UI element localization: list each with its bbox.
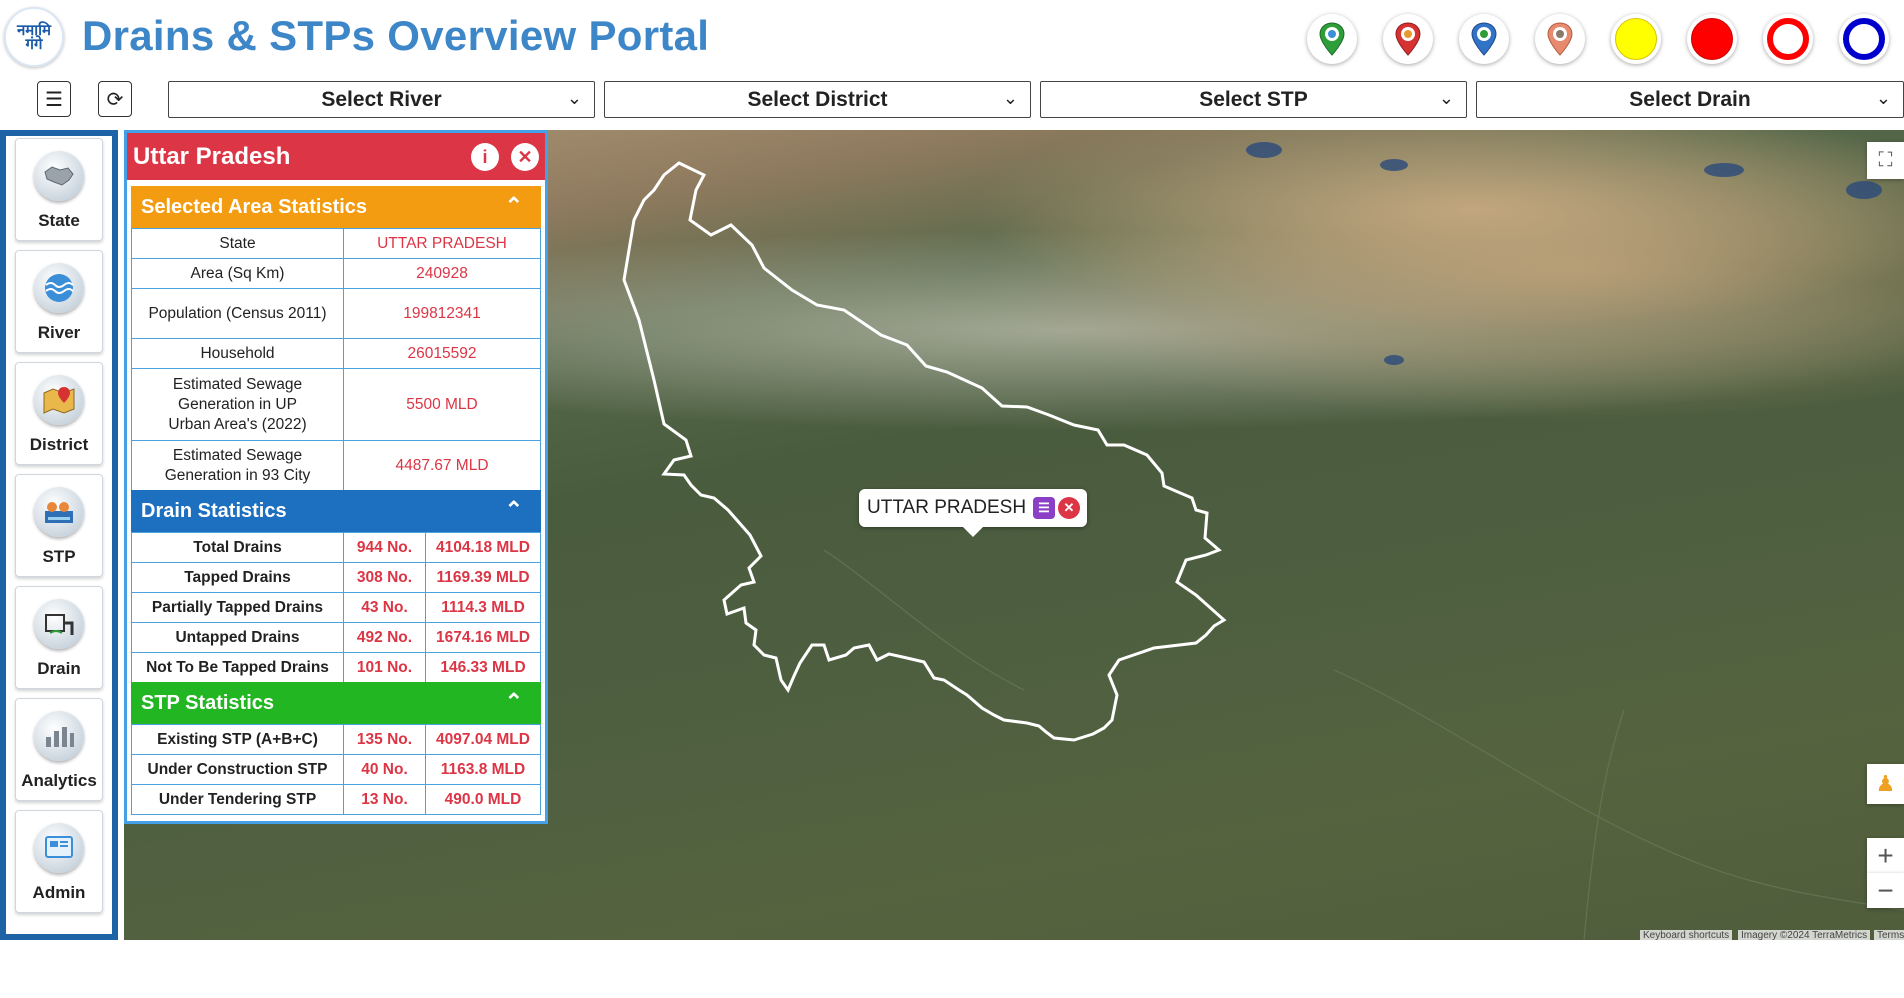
keyboard-shortcuts-link[interactable]: Keyboard shortcuts: [1640, 930, 1733, 942]
namami-gange-logo: नमामि गंगे: [4, 7, 64, 67]
red-ring-icon[interactable]: [1763, 14, 1813, 64]
green-location-pin-icon[interactable]: [1307, 14, 1357, 64]
statistics-panel: Uttar Pradesh i ✕ Selected Area Statisti…: [124, 130, 548, 824]
sidebar-item-stp[interactable]: STP: [15, 474, 103, 577]
panel-header: Uttar Pradesh i ✕: [127, 133, 545, 180]
pegman-icon: ♟: [1875, 771, 1896, 796]
stp-plant-icon: [34, 487, 84, 537]
stp-stats-header[interactable]: STP Statistics ⌃: [131, 682, 541, 724]
state-map-icon: [34, 151, 84, 201]
chevron-down-icon: ⌄: [566, 88, 582, 108]
chevron-down-icon: ⌄: [1875, 88, 1891, 108]
analytics-chart-icon: [34, 711, 84, 761]
table-row: Under Tendering STP 13 No. 490.0 MLD: [131, 784, 541, 815]
table-row: Estimated Sewage Generation in 93 City 44…: [131, 440, 541, 491]
table-row: Household 26015592: [131, 338, 541, 369]
close-panel-icon[interactable]: ✕: [511, 143, 539, 171]
chevron-down-icon: ⌄: [1438, 88, 1454, 108]
stp-stats-table: Existing STP (A+B+C) 135 No. 4097.04 MLD U…: [131, 724, 541, 815]
table-row: Under Construction STP 40 No. 1163.8 MLD: [131, 754, 541, 785]
table-row: Tapped Drains 308 No. 1169.39 MLD: [131, 562, 541, 593]
panel-title: Uttar Pradesh: [133, 143, 291, 170]
refresh-icon: ⟳: [106, 88, 124, 111]
menu-button[interactable]: ☰: [37, 81, 71, 117]
table-row: Untapped Drains 492 No. 1674.16 MLD: [131, 622, 541, 653]
imagery-attribution: Imagery ©2024 TerraMetrics: [1738, 930, 1871, 942]
drain-icon: [34, 599, 84, 649]
sidebar-item-admin[interactable]: Admin: [15, 810, 103, 913]
table-row: Population (Census 2011) 199812341: [131, 288, 541, 339]
refresh-button[interactable]: ⟳: [98, 81, 132, 117]
table-row: Estimated Sewage Generation in UP Urban …: [131, 368, 541, 441]
area-stats-header[interactable]: Selected Area Statistics ⌃: [131, 186, 541, 228]
district-map-icon: [34, 375, 84, 425]
zoom-out-button[interactable]: −: [1867, 873, 1904, 908]
minus-icon: −: [1877, 874, 1894, 906]
blue-ring-icon[interactable]: [1839, 14, 1889, 64]
fullscreen-icon: ⛶: [1878, 149, 1893, 171]
red-location-pin-icon[interactable]: [1383, 14, 1433, 64]
river-waves-icon: [34, 263, 84, 313]
sidebar-item-state[interactable]: State: [15, 138, 103, 241]
details-icon[interactable]: ☰: [1033, 497, 1055, 519]
table-row: Area (Sq Km) 240928: [131, 258, 541, 289]
close-popup-icon[interactable]: ✕: [1058, 497, 1080, 519]
sidebar-item-drain[interactable]: Drain: [15, 586, 103, 689]
zoom-in-button[interactable]: +: [1867, 838, 1904, 873]
admin-screen-icon: [34, 823, 84, 873]
app-header: नमामि गंगे Drains & STPs Overview Portal: [0, 0, 1904, 78]
fullscreen-button[interactable]: ⛶: [1867, 142, 1904, 179]
blue-location-pin-icon[interactable]: [1459, 14, 1509, 64]
page-title: Drains & STPs Overview Portal: [82, 12, 710, 59]
street-view-pegman-button[interactable]: ♟: [1867, 764, 1904, 804]
terms-link[interactable]: Terms: [1874, 930, 1904, 942]
uttar-pradesh-boundary: [622, 161, 1227, 742]
chevron-down-icon: ⌄: [1002, 88, 1018, 108]
drain-stats-table: Total Drains 944 No. 4104.18 MLD Tapped Dr…: [131, 532, 541, 683]
popup-label: UTTAR PRADESH: [867, 497, 1027, 518]
sidebar-item-analytics[interactable]: Analytics: [15, 698, 103, 801]
chevron-up-icon: ⌃: [504, 689, 523, 714]
yellow-dot-icon[interactable]: [1611, 14, 1661, 64]
left-sidebar: State River District STP Drain Analytics…: [0, 130, 118, 940]
drain-stats-header[interactable]: Drain Statistics ⌃: [131, 490, 541, 532]
chevron-up-icon: ⌃: [504, 497, 523, 522]
map-info-popup: UTTAR PRADESH ☰ ✕: [859, 489, 1087, 537]
table-row: Existing STP (A+B+C) 135 No. 4097.04 MLD: [131, 724, 541, 755]
plus-icon: +: [1877, 839, 1894, 871]
table-row: Partially Tapped Drains 43 No. 1114.3 MLD: [131, 592, 541, 623]
drain-select[interactable]: Select Drain ⌄: [1476, 81, 1904, 118]
chevron-up-icon: ⌃: [504, 193, 523, 218]
hamburger-menu-icon: ☰: [45, 88, 63, 111]
area-stats-table: State UTTAR PRADESH Area (Sq Km) 240928 Po…: [131, 228, 541, 491]
sidebar-item-river[interactable]: River: [15, 250, 103, 353]
stp-select[interactable]: Select STP ⌄: [1040, 81, 1467, 118]
table-row: State UTTAR PRADESH: [131, 228, 541, 259]
sidebar-item-district[interactable]: District: [15, 362, 103, 465]
table-row: Total Drains 944 No. 4104.18 MLD: [131, 532, 541, 563]
info-icon[interactable]: i: [471, 143, 499, 171]
river-select[interactable]: Select River ⌄: [168, 81, 595, 118]
district-select[interactable]: Select District ⌄: [604, 81, 1031, 118]
salmon-location-pin-icon[interactable]: [1535, 14, 1585, 64]
table-row: Not To Be Tapped Drains 101 No. 146.33 MLD: [131, 652, 541, 683]
red-dot-icon[interactable]: [1687, 14, 1737, 64]
